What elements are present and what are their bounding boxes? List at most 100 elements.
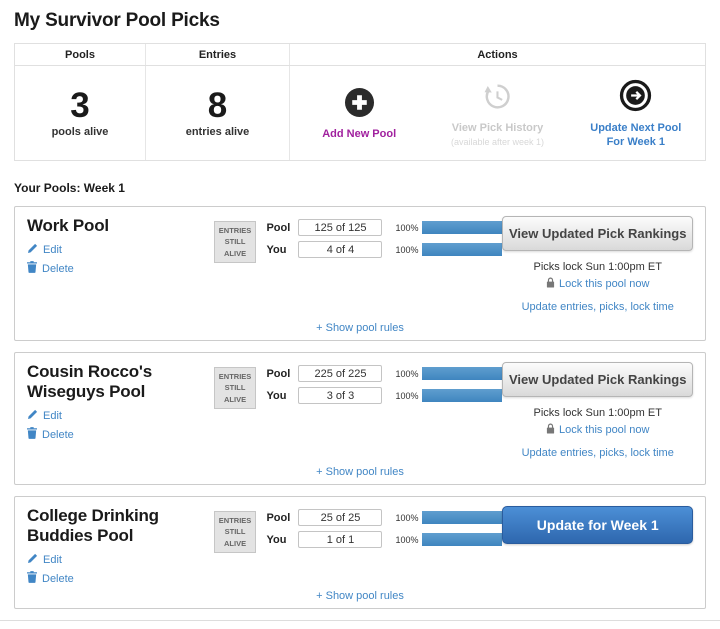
update-entries-picks-link[interactable]: Update entries, picks, lock time <box>522 447 674 459</box>
pool-info: Cousin Rocco's Wiseguys Pool Edit Delete <box>27 362 214 442</box>
show-pool-rules-link[interactable]: + Show pool rules <box>316 322 404 334</box>
update-next-pool-action[interactable]: Update Next Pool For Week 1 <box>567 66 705 160</box>
trash-icon <box>27 571 37 586</box>
delete-link[interactable]: Delete <box>27 261 214 276</box>
pool-entries-progress-bar <box>422 511 502 524</box>
survivor-pool-picks-page: My Survivor Pool Picks Pools Entries Act… <box>0 0 720 609</box>
summary-actions-cell: Add New Pool View Pick History (availabl… <box>290 66 705 160</box>
add-new-pool-action[interactable]: Add New Pool <box>290 66 428 160</box>
show-pool-rules-link[interactable]: + Show pool rules <box>316 590 404 602</box>
you-row-label: You <box>266 534 298 546</box>
pool-name: College Drinking Buddies Pool <box>27 506 214 546</box>
lock-pool-now-link[interactable]: Lock this pool now <box>559 424 650 436</box>
pool-entries-row: Pool 125 of 125 100% <box>266 219 502 236</box>
card-main: College Drinking Buddies Pool Edit Delet… <box>27 506 693 586</box>
add-new-pool-label: Add New Pool <box>322 128 396 142</box>
pool-entries-row: Pool 225 of 225 100% <box>266 365 502 382</box>
lock-icon <box>546 277 555 291</box>
entries-still-alive-badge: ENTRIES STILL ALIVE <box>214 221 257 263</box>
trash-icon <box>27 427 37 442</box>
badge-line: STILL <box>215 382 256 393</box>
edit-label: Edit <box>43 410 62 422</box>
badge-line: STILL <box>215 236 256 247</box>
pool-actions: Update for Week 1 <box>502 506 693 544</box>
show-pool-rules-row: + Show pool rules <box>15 322 705 334</box>
edit-label: Edit <box>43 244 62 256</box>
update-entries-picks-link[interactable]: Update entries, picks, lock time <box>522 301 674 313</box>
badge-line: ENTRIES <box>215 371 256 382</box>
arrow-right-circle-icon <box>619 79 652 117</box>
column-header-entries: Entries <box>146 44 290 65</box>
pool-card-work-pool: Work Pool Edit Delete ENTRIES STILL ALIV… <box>14 206 706 341</box>
you-entries-percent: 100% <box>395 245 422 255</box>
entries-still-alive-badge: ENTRIES STILL ALIVE <box>214 511 257 553</box>
pool-links: Edit Delete <box>27 553 214 586</box>
section-heading: Your Pools: Week 1 <box>14 181 706 195</box>
update-settings-row: Update entries, picks, lock time <box>502 301 693 313</box>
delete-link[interactable]: Delete <box>27 571 214 586</box>
entries-alive-cell: 8 entries alive <box>146 66 290 160</box>
card-main: Work Pool Edit Delete ENTRIES STILL ALIV… <box>27 216 693 313</box>
pool-row-label: Pool <box>266 512 298 524</box>
you-entries-row: You 3 of 3 100% <box>266 387 502 404</box>
pool-entries-percent: 100% <box>395 513 422 523</box>
view-pick-history-label: View Pick History <box>452 122 544 136</box>
you-row-label: You <box>266 390 298 402</box>
update-for-week-button[interactable]: Update for Week 1 <box>502 506 693 544</box>
pool-name: Cousin Rocco's Wiseguys Pool <box>27 362 214 402</box>
pool-card-college-drinking-buddies: College Drinking Buddies Pool Edit Delet… <box>14 496 706 609</box>
view-pick-rankings-button[interactable]: View Updated Pick Rankings <box>502 216 693 251</box>
pool-entries-row: Pool 25 of 25 100% <box>266 509 502 526</box>
badge-line: ENTRIES <box>215 515 256 526</box>
pool-entries-value: 225 of 225 <box>298 365 382 382</box>
badge-line: ALIVE <box>215 248 256 259</box>
pool-info: College Drinking Buddies Pool Edit Delet… <box>27 506 214 586</box>
you-row-label: You <box>266 244 298 256</box>
picks-lock-time: Picks lock Sun 1:00pm ET <box>502 261 693 273</box>
pools-alive-count: 3 <box>70 88 89 123</box>
pools-alive-label: pools alive <box>52 126 109 138</box>
pool-info: Work Pool Edit Delete <box>27 216 214 276</box>
you-entries-value: 4 of 4 <box>298 241 382 258</box>
pool-row-label: Pool <box>266 222 298 234</box>
pool-entries-progress-bar <box>422 221 502 234</box>
pool-stats: Pool 125 of 125 100% You 4 of 4 100% <box>266 219 502 263</box>
pool-entries-percent: 100% <box>395 223 422 233</box>
show-pool-rules-row: + Show pool rules <box>15 590 705 602</box>
you-entries-percent: 100% <box>395 391 422 401</box>
update-settings-row: Update entries, picks, lock time <box>502 447 693 459</box>
card-main: Cousin Rocco's Wiseguys Pool Edit Delete… <box>27 362 693 459</box>
view-pick-history-action[interactable]: View Pick History (available after week … <box>428 66 566 160</box>
update-next-pool-label: Update Next Pool For Week 1 <box>584 122 688 150</box>
history-clock-icon <box>481 81 513 117</box>
you-entries-row: You 1 of 1 100% <box>266 531 502 548</box>
badge-line: ENTRIES <box>215 225 256 236</box>
show-pool-rules-link[interactable]: + Show pool rules <box>316 466 404 478</box>
entries-alive-count: 8 <box>208 88 227 123</box>
pencil-icon <box>27 243 38 257</box>
column-header-actions: Actions <box>290 44 705 65</box>
pools-alive-cell: 3 pools alive <box>15 66 146 160</box>
view-pick-rankings-button[interactable]: View Updated Pick Rankings <box>502 362 693 397</box>
trash-icon <box>27 261 37 276</box>
delete-label: Delete <box>42 263 74 275</box>
picks-lock-time: Picks lock Sun 1:00pm ET <box>502 407 693 419</box>
lock-pool-row: Lock this pool now <box>502 423 693 437</box>
lock-pool-now-link[interactable]: Lock this pool now <box>559 278 650 290</box>
pool-name: Work Pool <box>27 216 214 236</box>
pool-entries-progress-bar <box>422 367 502 380</box>
entries-still-alive-badge: ENTRIES STILL ALIVE <box>214 367 257 409</box>
edit-link[interactable]: Edit <box>27 553 214 567</box>
edit-link[interactable]: Edit <box>27 243 214 257</box>
lock-pool-row: Lock this pool now <box>502 277 693 291</box>
pencil-icon <box>27 409 38 423</box>
pool-entries-value: 125 of 125 <box>298 219 382 236</box>
delete-link[interactable]: Delete <box>27 427 214 442</box>
pool-stats: Pool 25 of 25 100% You 1 of 1 100% <box>266 509 502 553</box>
pool-row-label: Pool <box>266 368 298 380</box>
badge-line: ALIVE <box>215 394 256 405</box>
pool-links: Edit Delete <box>27 409 214 442</box>
edit-link[interactable]: Edit <box>27 409 214 423</box>
plus-circle-icon <box>344 87 375 123</box>
you-entries-progress-bar <box>422 243 502 256</box>
